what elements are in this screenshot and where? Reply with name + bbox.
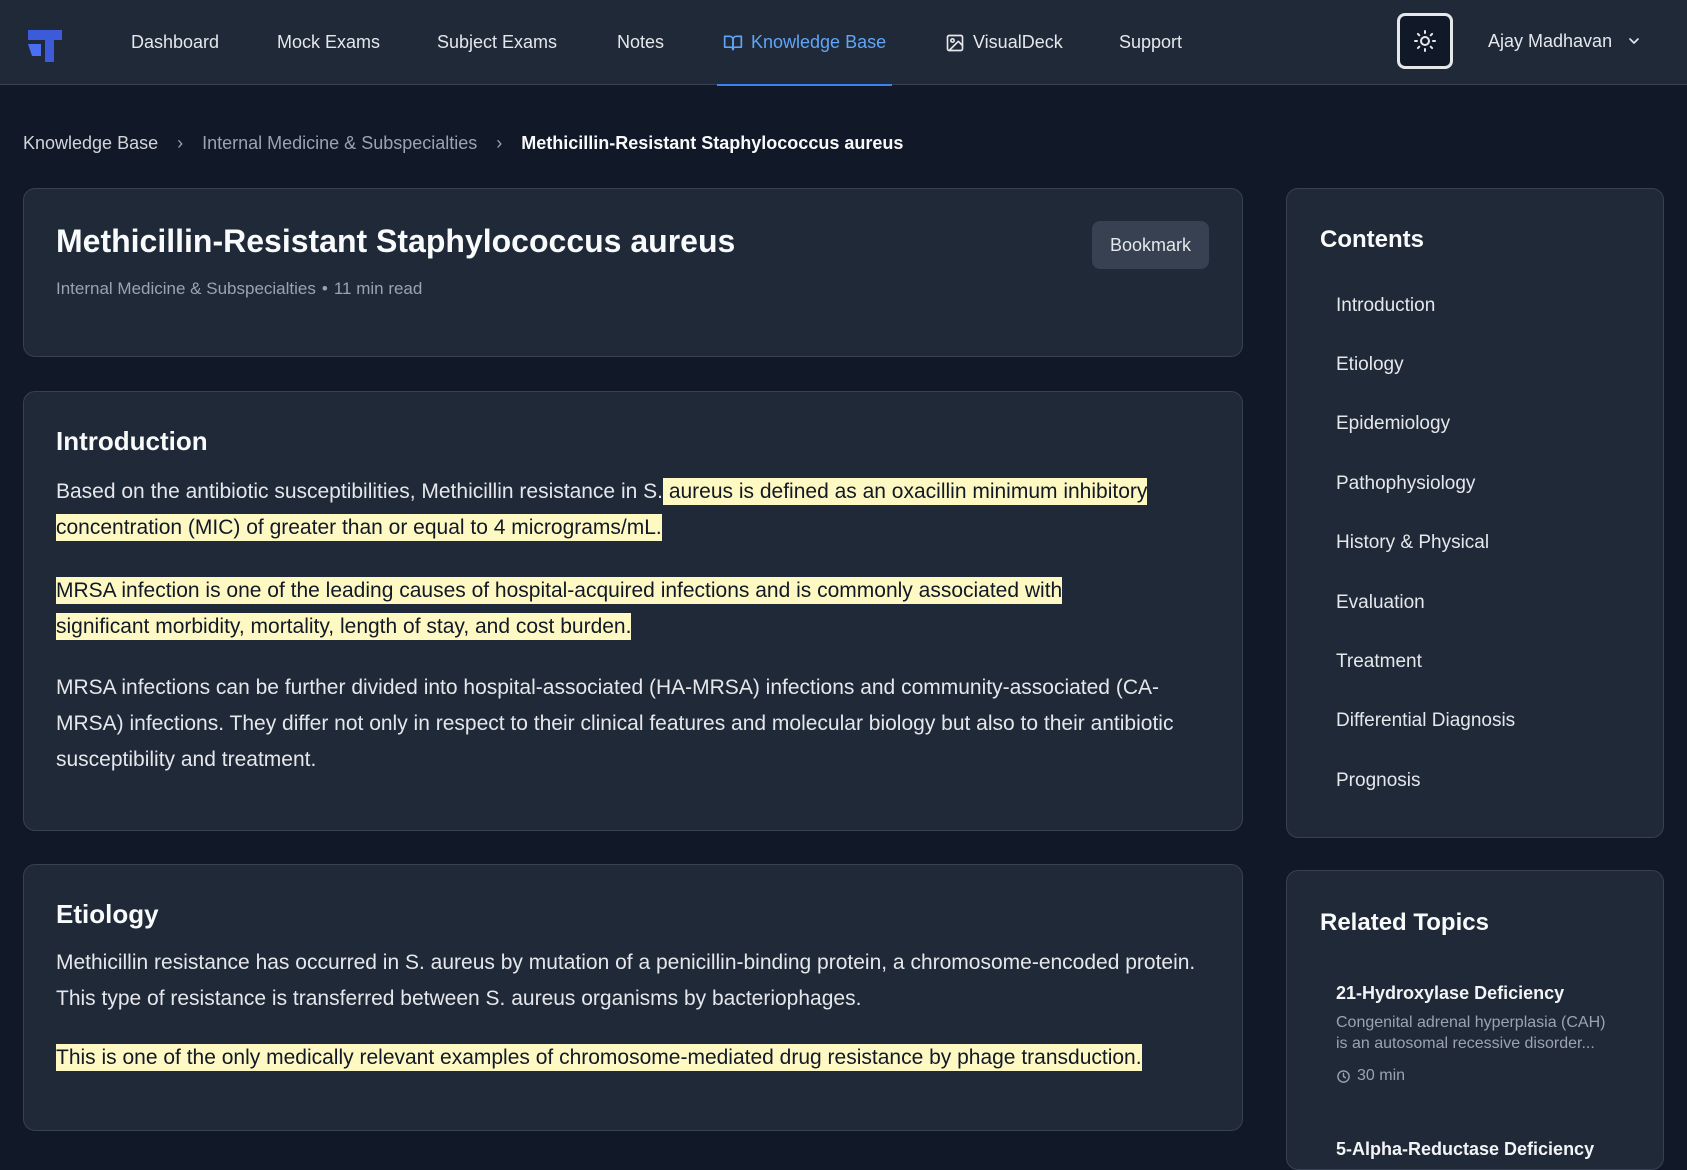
nav-notes[interactable]: Notes xyxy=(617,0,664,85)
etiology-paragraph-1: Methicillin resistance has occurred in S… xyxy=(56,951,1196,1010)
etiology-paragraph-2: This is one of the only medically releva… xyxy=(56,1040,1226,1076)
book-open-icon xyxy=(723,35,743,51)
nav-support[interactable]: Support xyxy=(1119,0,1182,85)
toc-item-differential-diagnosis[interactable]: Differential Diagnosis xyxy=(1336,710,1515,732)
nav-dashboard[interactable]: Dashboard xyxy=(131,0,219,85)
nav-dashboard-label: Dashboard xyxy=(131,32,220,52)
article-header-card: Methicillin-Resistant Staphylococcus aur… xyxy=(23,188,1243,357)
toc-item-prognosis[interactable]: Prognosis xyxy=(1336,770,1421,792)
article-meta: Internal Medicine & Subspecialties • 11 … xyxy=(56,279,422,299)
toc-title: Contents xyxy=(1320,226,1424,253)
nav-knowledge-base-label: Knowledge Base xyxy=(751,32,887,52)
related-topic-title[interactable]: 5-Alpha-Reductase Deficiency xyxy=(1336,1139,1594,1160)
app-logo[interactable] xyxy=(24,22,66,64)
top-navbar: Dashboard Mock Exams Subject Exams Notes… xyxy=(0,0,1687,86)
breadcrumb-category[interactable]: Internal Medicine & Subspecialties xyxy=(202,133,477,154)
nav-mock-exams-label: Mock Exams xyxy=(277,32,381,52)
nav-subject-exams[interactable]: Subject Exams xyxy=(437,0,557,85)
toc-item-evaluation[interactable]: Evaluation xyxy=(1336,592,1425,614)
chevron-right-icon: › xyxy=(177,132,184,153)
image-icon xyxy=(946,34,964,51)
nav-notes-label: Notes xyxy=(617,32,665,52)
nav-support-label: Support xyxy=(1119,32,1183,52)
related-topic-description: Congenital adrenal hyperplasia (CAH) is … xyxy=(1336,1014,1606,1052)
related-topic-title[interactable]: 21-Hydroxylase Deficiency xyxy=(1336,983,1564,1004)
toc-item-treatment[interactable]: Treatment xyxy=(1336,651,1422,673)
chevron-down-icon xyxy=(1629,38,1639,44)
breadcrumb-current: Methicillin-Resistant Staphylococcus aur… xyxy=(521,132,904,153)
clock-icon xyxy=(1337,1069,1350,1083)
chevron-right-icon: › xyxy=(496,132,503,153)
related-topics-title: Related Topics xyxy=(1320,909,1489,936)
toc-item-epidemiology[interactable]: Epidemiology xyxy=(1336,413,1450,435)
intro-paragraph-2: MRSA infection is one of the leading cau… xyxy=(56,573,1136,645)
section-title-introduction: Introduction xyxy=(56,426,208,456)
nav-mock-exams[interactable]: Mock Exams xyxy=(277,0,380,85)
intro-p2-highlight[interactable]: MRSA infection is one of the leading cau… xyxy=(56,577,1063,640)
sun-icon xyxy=(1414,30,1436,52)
nav-subject-exams-label: Subject Exams xyxy=(437,32,558,52)
introduction-section: Introduction Based on the antibiotic sus… xyxy=(23,391,1243,831)
nav-visualdeck[interactable]: VisualDeck xyxy=(945,0,1063,85)
breadcrumb: Knowledge Base › Internal Medicine & Sub… xyxy=(23,131,903,155)
etiology-section: Etiology Methicillin resistance has occu… xyxy=(23,864,1243,1131)
meta-separator: • xyxy=(321,279,328,298)
toc-item-history-physical[interactable]: History & Physical xyxy=(1336,532,1489,554)
article-title: Methicillin-Resistant Staphylococcus aur… xyxy=(56,223,736,259)
user-menu[interactable]: Ajay Madhavan xyxy=(1488,0,1642,82)
intro-paragraph-1: Based on the antibiotic susceptibilities… xyxy=(56,474,1221,546)
intro-paragraph-3: MRSA infections can be further divided i… xyxy=(56,676,1174,771)
article-read-time: 11 min read xyxy=(333,279,423,298)
intro-p1-text: Based on the antibiotic susceptibilities… xyxy=(56,480,663,503)
user-name: Ajay Madhavan xyxy=(1488,30,1613,51)
breadcrumb-knowledge-base[interactable]: Knowledge Base xyxy=(23,133,158,154)
toc-item-etiology[interactable]: Etiology xyxy=(1336,354,1404,376)
toc-item-pathophysiology[interactable]: Pathophysiology xyxy=(1336,473,1475,495)
table-of-contents: Contents Introduction Etiology Epidemiol… xyxy=(1286,188,1664,838)
related-topic-duration: 30 min xyxy=(1336,1067,1405,1085)
etiology-p2-highlight[interactable]: This is one of the only medically releva… xyxy=(56,1044,1142,1071)
theme-toggle-button[interactable] xyxy=(1397,13,1453,69)
nav-knowledge-base[interactable]: Knowledge Base xyxy=(716,0,893,86)
section-title-etiology: Etiology xyxy=(56,899,159,929)
bookmark-button[interactable]: Bookmark xyxy=(1092,221,1209,269)
related-topic-time: 30 min xyxy=(1357,1067,1406,1084)
article-category: Internal Medicine & Subspecialties xyxy=(56,279,316,298)
related-topics: Related Topics 21-Hydroxylase Deficiency… xyxy=(1286,870,1664,1170)
nav-visualdeck-label: VisualDeck xyxy=(973,32,1063,52)
toc-item-introduction[interactable]: Introduction xyxy=(1336,295,1435,317)
